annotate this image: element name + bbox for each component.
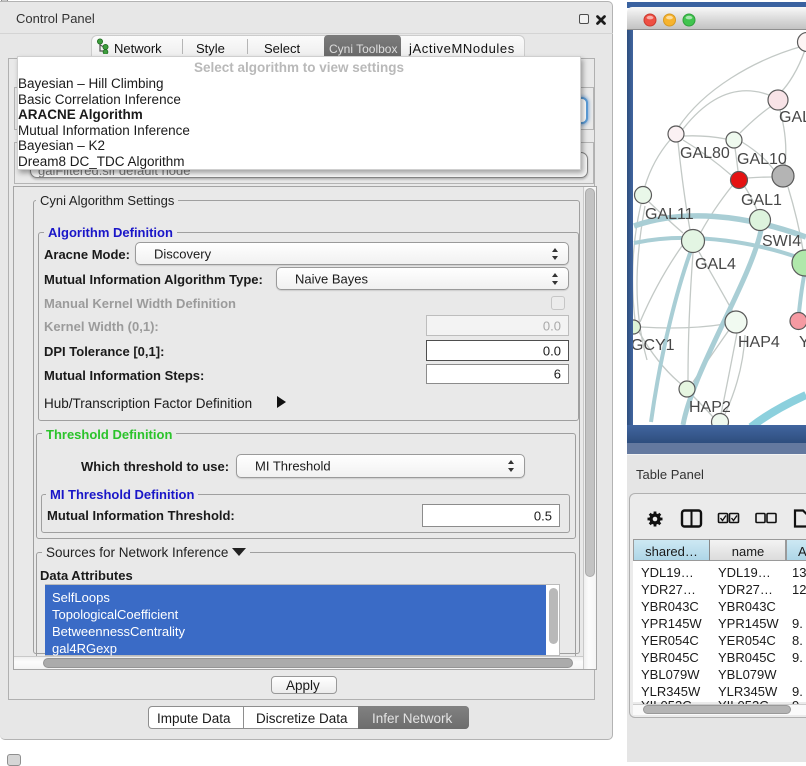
svg-text:GAL1: GAL1 (741, 192, 782, 209)
svg-text:YJ: YJ (799, 334, 806, 351)
svg-text:GAL10: GAL10 (737, 151, 787, 168)
svg-text:GAL7: GAL7 (779, 109, 806, 126)
svg-text:GAL11: GAL11 (645, 206, 694, 223)
svg-text:GCY1: GCY1 (633, 337, 675, 354)
svg-text:GAL80: GAL80 (680, 145, 730, 162)
svg-text:HAP4: HAP4 (738, 334, 780, 351)
svg-text:HAP2: HAP2 (689, 399, 731, 416)
svg-text:SWI4: SWI4 (762, 233, 801, 250)
svg-text:GAL4: GAL4 (695, 256, 736, 273)
